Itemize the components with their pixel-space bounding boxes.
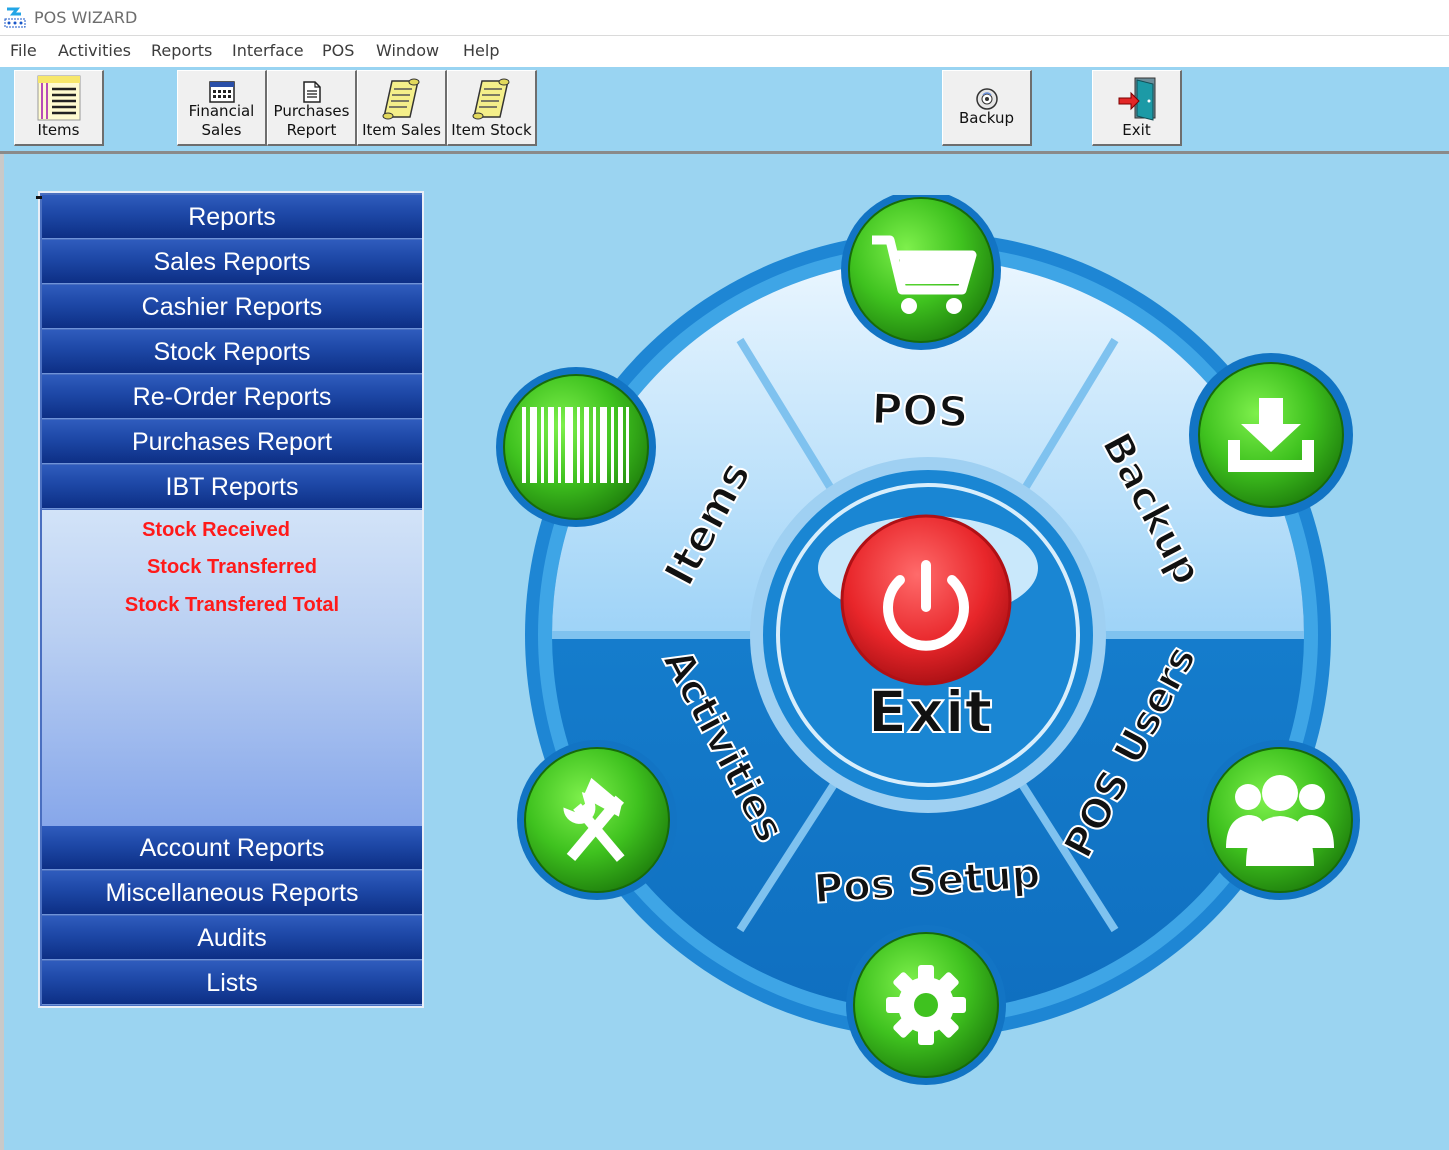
- gear-icon: [886, 965, 966, 1045]
- pos-cart-button[interactable]: [841, 195, 1001, 350]
- backup-download-button[interactable]: [1189, 353, 1353, 517]
- item-sales-toolbar-label: Item Sales: [362, 121, 441, 139]
- navigation-wheel: Exit POS Backup POS Users Pos Setup Acti…: [496, 195, 1360, 1085]
- exit-power-button[interactable]: [840, 514, 1012, 686]
- items-toolbar-label: Items: [37, 121, 80, 139]
- exit-door-icon: [1118, 77, 1155, 121]
- pos-wizard-app-icon: [4, 7, 26, 28]
- items-list-icon: [37, 75, 80, 121]
- document-icon: [302, 81, 321, 103]
- audits-button[interactable]: Audits: [42, 916, 422, 960]
- item-sales-toolbar-button[interactable]: Item Sales: [357, 70, 447, 146]
- financial-sales-toolbar-button[interactable]: Financial Sales: [177, 70, 267, 146]
- center-exit-label: Exit: [868, 678, 993, 746]
- pos-segment-label[interactable]: POS: [870, 383, 970, 437]
- menu-window[interactable]: Window: [376, 41, 439, 60]
- menu-file[interactable]: File: [10, 41, 37, 60]
- stock-reports-button[interactable]: Stock Reports: [42, 330, 422, 374]
- exit-toolbar-button[interactable]: Exit: [1092, 70, 1182, 146]
- window-title: POS WIZARD: [34, 8, 138, 27]
- reports-panel: Reports Sales Reports Cashier Reports St…: [36, 191, 424, 1008]
- menu-interface[interactable]: Interface: [232, 41, 304, 60]
- ibt-reports-button[interactable]: IBT Reports: [42, 465, 422, 509]
- pos-setup-gear-button[interactable]: [846, 925, 1006, 1085]
- backup-toolbar-label: Backup: [959, 109, 1014, 127]
- menu-bar: File Activities Reports Interface POS Wi…: [0, 35, 1449, 67]
- scroll-icon: [472, 78, 509, 120]
- toolbar: Items Financial Sales Purchases Report I…: [0, 67, 1449, 154]
- reorder-reports-button[interactable]: Re-Order Reports: [42, 375, 422, 419]
- menu-help[interactable]: Help: [463, 41, 499, 60]
- stock-received-link[interactable]: Stock Received: [26, 519, 406, 542]
- reports-header-button[interactable]: Reports: [42, 195, 422, 239]
- stock-transfered-total-link[interactable]: Stock Transfered Total: [42, 594, 422, 617]
- item-stock-toolbar-label: Item Stock: [451, 121, 532, 139]
- items-toolbar-button[interactable]: Items: [14, 70, 104, 146]
- backup-toolbar-button[interactable]: Backup: [942, 70, 1032, 146]
- menu-reports[interactable]: Reports: [151, 41, 212, 60]
- activities-tools-button[interactable]: [517, 740, 677, 900]
- financial-sales-label-line2: Sales: [201, 121, 242, 139]
- purchases-report-label-line2: Report: [286, 121, 337, 139]
- sales-reports-button[interactable]: Sales Reports: [42, 240, 422, 284]
- financial-sales-label-line1: Financial: [188, 102, 255, 120]
- item-stock-toolbar-button[interactable]: Item Stock: [447, 70, 537, 146]
- miscellaneous-reports-button[interactable]: Miscellaneous Reports: [42, 871, 422, 915]
- exit-toolbar-label: Exit: [1122, 121, 1151, 139]
- purchases-report-button[interactable]: Purchases Report: [42, 420, 422, 464]
- purchases-report-toolbar-button[interactable]: Purchases Report: [267, 70, 357, 146]
- disc-icon: [975, 88, 998, 110]
- scroll-icon: [382, 78, 419, 120]
- menu-pos[interactable]: POS: [322, 41, 354, 60]
- lists-button[interactable]: Lists: [42, 961, 422, 1005]
- title-bar: POS WIZARD: [0, 0, 1449, 35]
- pos-users-button[interactable]: [1200, 740, 1360, 900]
- menu-activities[interactable]: Activities: [58, 41, 131, 60]
- items-barcode-button[interactable]: [496, 367, 656, 527]
- stock-transferred-link[interactable]: Stock Transferred: [42, 556, 422, 579]
- calendar-icon: [208, 81, 235, 103]
- purchases-report-label-line1: Purchases: [273, 102, 350, 120]
- ibt-reports-submenu: Stock Received Stock Transferred Stock T…: [42, 510, 422, 826]
- account-reports-button[interactable]: Account Reports: [42, 826, 422, 870]
- cashier-reports-button[interactable]: Cashier Reports: [42, 285, 422, 329]
